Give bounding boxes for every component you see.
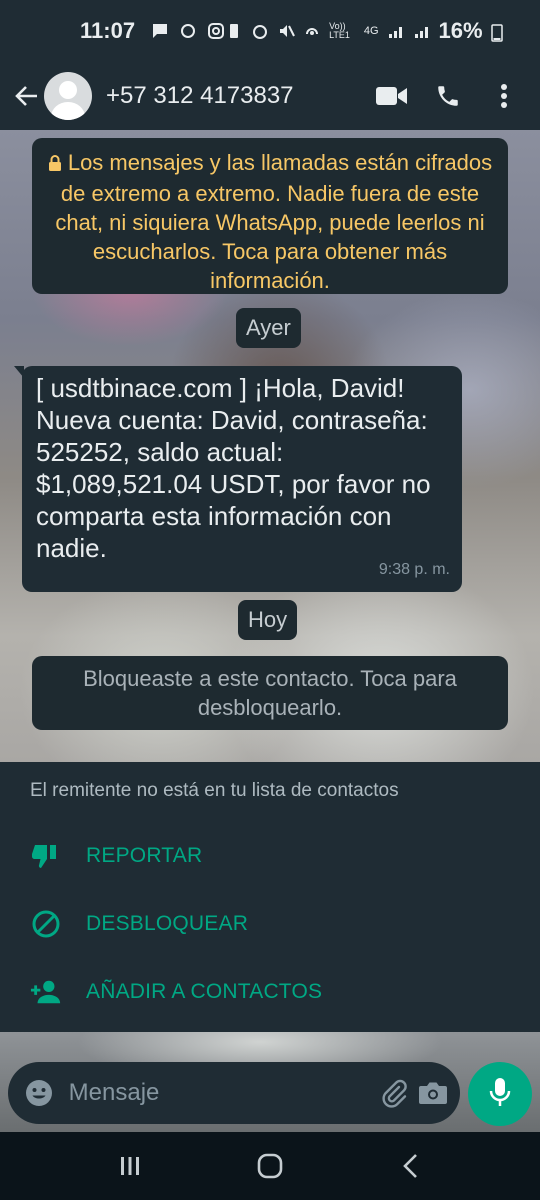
incoming-message[interactable]: [ usdtbinace.com ] ¡Hola, David! Nueva c… <box>14 366 462 592</box>
avatar[interactable] <box>44 72 92 120</box>
battery-percentage: 16% <box>438 18 483 43</box>
voice-call-icon[interactable] <box>420 74 476 118</box>
report-label: REPORTAR <box>86 844 203 867</box>
camera-icon[interactable] <box>417 1073 448 1113</box>
more-options-icon[interactable] <box>476 74 532 118</box>
signal-icon-2 <box>413 22 431 40</box>
report-button[interactable]: REPORTAR <box>0 826 540 886</box>
unknown-sender-panel: El remitente no está en tu lista de cont… <box>0 762 540 1032</box>
date-chip-today: Hoy <box>238 600 298 640</box>
status-time: 11:07 <box>80 18 136 43</box>
voice-message-button[interactable] <box>468 1062 532 1126</box>
back-nav-icon[interactable] <box>380 1141 440 1191</box>
encryption-notice[interactable]: Los mensajes y las llamadas están cifrad… <box>32 138 508 294</box>
system-nav-bar <box>0 1132 540 1200</box>
chat-area[interactable]: Los mensajes y las llamadas están cifrad… <box>0 130 540 762</box>
add-contact-label: AÑADIR A CONTACTOS <box>86 980 323 1003</box>
message-text: [ usdtbinace.com ] ¡Hola, David! Nueva c… <box>36 373 431 563</box>
add-contact-button[interactable]: AÑADIR A CONTACTOS <box>0 962 540 1022</box>
message-time: 9:38 p. m. <box>378 561 450 578</box>
signal-icon-1 <box>387 22 405 40</box>
chat-header: +57 312 4173837 <box>0 62 540 130</box>
hotspot-icon <box>303 22 321 40</box>
blocked-notice[interactable]: Bloqueaste a este contacto. Toca para de… <box>32 656 508 730</box>
contact-name[interactable]: +57 312 4173837 <box>106 82 364 110</box>
unknown-sender-note: El remitente no está en tu lista de cont… <box>30 780 399 801</box>
back-arrow-icon[interactable] <box>8 74 44 118</box>
date-chip-yesterday: Ayer <box>236 308 301 348</box>
attach-icon[interactable] <box>379 1073 410 1113</box>
battery-icon <box>490 22 503 42</box>
battery-saver-icon <box>225 22 243 40</box>
block-icon <box>30 908 62 940</box>
home-icon[interactable] <box>240 1141 300 1191</box>
mute-icon <box>277 22 295 40</box>
volte-label: Vo)) LTE1 <box>329 21 350 40</box>
emoji-icon[interactable] <box>24 1073 55 1113</box>
status-bar: 11:07 Vo)) LTE1 4G 16% <box>0 0 540 62</box>
message-notification-icon <box>151 22 169 40</box>
unblock-label: DESBLOQUEAR <box>86 912 249 935</box>
thumbs-down-icon <box>30 840 62 872</box>
alarm-icon <box>251 22 269 40</box>
unblock-button[interactable]: DESBLOQUEAR <box>0 894 540 954</box>
message-input[interactable] <box>68 1079 379 1107</box>
lock-icon <box>48 150 62 179</box>
sync-notification-icon <box>179 22 197 40</box>
microphone-icon <box>488 1076 512 1113</box>
video-call-icon[interactable] <box>364 74 420 118</box>
instagram-notification-icon <box>207 22 225 40</box>
encryption-notice-text: Los mensajes y las llamadas están cifrad… <box>55 150 493 293</box>
recent-apps-icon[interactable] <box>100 1141 160 1191</box>
add-person-icon <box>30 976 62 1008</box>
message-composer <box>8 1062 460 1124</box>
network-type-label: 4G <box>363 25 379 37</box>
